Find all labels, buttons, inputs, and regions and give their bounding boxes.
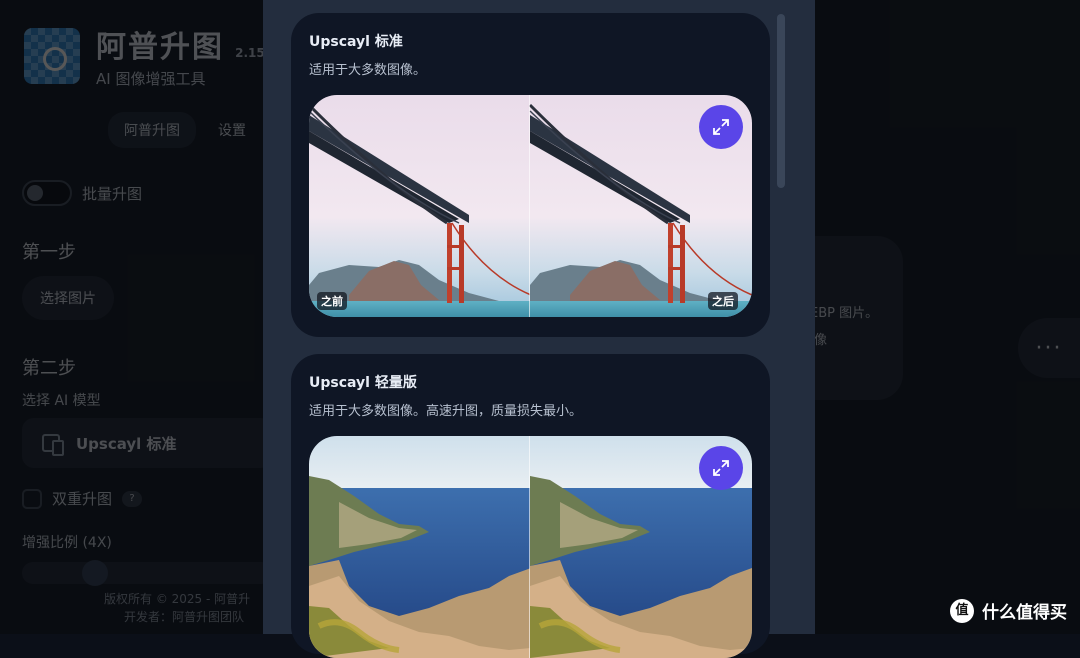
batch-toggle[interactable] (22, 180, 72, 206)
scale-label: 增强比例 (4X) (22, 535, 112, 551)
model-card-standard[interactable]: Upscayl 标准 适用于大多数图像。 之前 之后 (291, 13, 770, 337)
app-logo (24, 27, 80, 84)
step1-heading: 第一步 (22, 242, 76, 263)
footer-copyright: 版权所有 © 2025 - 阿普升 (104, 592, 251, 606)
watermark-text: 什么值得买 (982, 603, 1067, 623)
golden-gate-image (309, 95, 752, 317)
help-icon[interactable]: ? (122, 490, 143, 507)
expand-icon[interactable] (699, 446, 743, 490)
comparison-preview[interactable] (309, 436, 752, 658)
tab-upscayl[interactable]: 阿普升图 (108, 112, 196, 148)
site-watermark: 值 什么值得买 (950, 598, 1067, 623)
app-brand: 阿普升图 2.15.0 AI 图像增强工具 (24, 22, 278, 89)
coastal-cliff-image (309, 436, 752, 658)
double-upscale-checkbox[interactable] (22, 488, 42, 509)
app-subtitle: AI 图像增强工具 (96, 70, 206, 88)
model-select-value: Upscayl 标准 (76, 434, 177, 453)
before-label: 之前 (317, 292, 347, 310)
model-label: 选择 AI 模型 (22, 393, 101, 409)
batch-toggle-label: 批量升图 (82, 184, 143, 203)
model-card-lite[interactable]: Upscayl 轻量版 适用于大多数图像。高速升图，质量损失最小。 (291, 354, 770, 658)
footer: 版权所有 © 2025 - 阿普升 开发者：阿普升图团队 (104, 590, 250, 626)
scale-slider-thumb[interactable] (82, 560, 108, 586)
modal-scrollbar[interactable] (777, 14, 785, 188)
more-options-button[interactable]: ··· (1018, 318, 1080, 378)
step2-heading: 第二步 (22, 358, 76, 379)
right-panel-line2: 像 (814, 333, 828, 348)
app-title: 阿普升图 (96, 30, 224, 65)
right-panel-line1: EBP 图片。 (810, 306, 879, 321)
model-card-title: Upscayl 轻量版 (309, 375, 417, 391)
after-label: 之后 (708, 292, 738, 310)
select-image-button[interactable]: 选择图片 (22, 276, 114, 320)
footer-developer: 开发者：阿普升图团队 (124, 610, 245, 624)
scale-slider[interactable] (22, 560, 272, 586)
expand-icon[interactable] (699, 105, 743, 149)
main-tabs: 阿普升图 设置 (108, 112, 262, 148)
comparison-preview[interactable]: 之前 之后 (309, 95, 752, 317)
model-card-description: 适用于大多数图像。高速升图，质量损失最小。 (309, 404, 583, 419)
right-panel-text: EBP 图片。 像 (810, 300, 878, 354)
model-card-description: 适用于大多数图像。 (309, 63, 427, 78)
watermark-logo: 值 (950, 598, 974, 623)
model-icon (42, 434, 64, 456)
model-card-title: Upscayl 标准 (309, 34, 403, 50)
double-upscale-row: 双重升图 ? (22, 488, 143, 509)
model-select[interactable]: Upscayl 标准 (22, 418, 272, 468)
tab-settings[interactable]: 设置 (202, 112, 262, 148)
double-upscale-label: 双重升图 (52, 490, 113, 508)
batch-toggle-row: 批量升图 (22, 180, 142, 206)
